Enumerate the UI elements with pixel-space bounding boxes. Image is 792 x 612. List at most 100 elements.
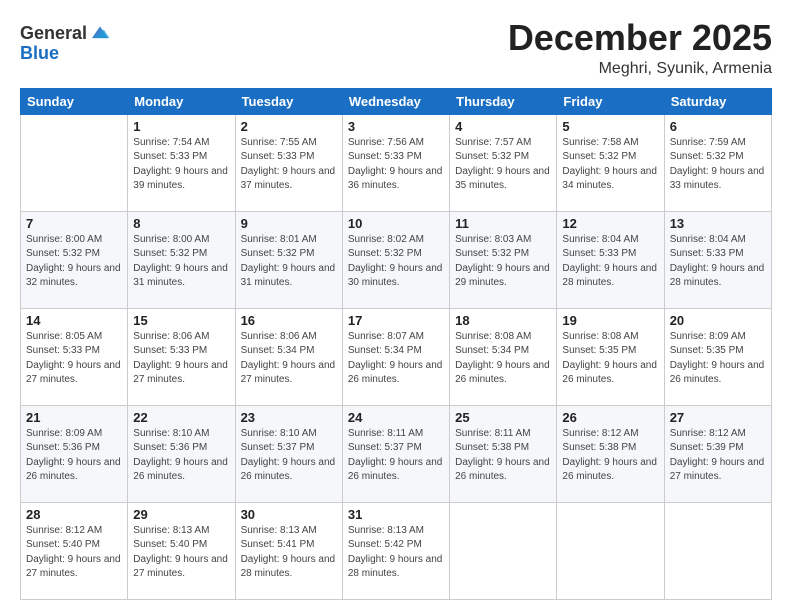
day-info: Sunrise: 8:13 AMSunset: 5:41 PMDaylight:…	[241, 524, 337, 582]
day-number: 4	[455, 119, 551, 134]
subtitle: Meghri, Syunik, Armenia	[508, 60, 772, 78]
calendar-day-cell: 8 Sunrise: 8:00 AMSunset: 5:32 PMDaylight…	[128, 211, 235, 308]
day-number: 12	[562, 216, 658, 231]
calendar-body: 1 Sunrise: 7:54 AMSunset: 5:33 PMDaylight…	[21, 114, 772, 599]
day-info: Sunrise: 8:02 AMSunset: 5:32 PMDaylight:…	[348, 233, 444, 291]
day-info: Sunrise: 8:00 AMSunset: 5:32 PMDaylight:…	[133, 233, 229, 291]
calendar-header-row: SundayMondayTuesdayWednesdayThursdayFrid…	[21, 88, 772, 114]
day-info: Sunrise: 8:13 AMSunset: 5:40 PMDaylight:…	[133, 524, 229, 582]
calendar-day-cell: 23 Sunrise: 8:10 AMSunset: 5:37 PMDayligh…	[235, 405, 342, 502]
calendar-day-cell: 1 Sunrise: 7:54 AMSunset: 5:33 PMDaylight…	[128, 114, 235, 211]
calendar-day-cell	[557, 502, 664, 599]
calendar-week-row: 28Sunrise: 8:12 AMSunset: 5:40 PMDayligh…	[21, 502, 772, 599]
day-number: 24	[348, 410, 444, 425]
calendar-week-row: 21Sunrise: 8:09 AMSunset: 5:36 PMDayligh…	[21, 405, 772, 502]
day-info: Sunrise: 8:10 AMSunset: 5:36 PMDaylight:…	[133, 427, 229, 485]
day-number: 5	[562, 119, 658, 134]
day-info: Sunrise: 8:10 AMSunset: 5:37 PMDaylight:…	[241, 427, 337, 485]
day-info: Sunrise: 8:11 AMSunset: 5:37 PMDaylight:…	[348, 427, 444, 485]
day-number: 17	[348, 313, 444, 328]
calendar-day-cell	[21, 114, 128, 211]
calendar-header-cell: Saturday	[664, 88, 771, 114]
day-info: Sunrise: 7:59 AMSunset: 5:32 PMDaylight:…	[670, 136, 766, 194]
day-number: 21	[26, 410, 122, 425]
day-number: 30	[241, 507, 337, 522]
calendar-day-cell: 10 Sunrise: 8:02 AMSunset: 5:32 PMDayligh…	[342, 211, 449, 308]
calendar-day-cell: 24 Sunrise: 8:11 AMSunset: 5:37 PMDayligh…	[342, 405, 449, 502]
day-number: 10	[348, 216, 444, 231]
calendar-day-cell: 2Sunrise: 7:55 AMSunset: 5:33 PMDaylight…	[235, 114, 342, 211]
calendar-day-cell: 16 Sunrise: 8:06 AMSunset: 5:34 PMDayligh…	[235, 308, 342, 405]
calendar-header-cell: Thursday	[450, 88, 557, 114]
calendar-day-cell: 9 Sunrise: 8:01 AMSunset: 5:32 PMDaylight…	[235, 211, 342, 308]
calendar-week-row: 1 Sunrise: 7:54 AMSunset: 5:33 PMDaylight…	[21, 114, 772, 211]
day-number: 6	[670, 119, 766, 134]
day-info: Sunrise: 7:56 AMSunset: 5:33 PMDaylight:…	[348, 136, 444, 194]
day-info: Sunrise: 8:00 AMSunset: 5:32 PMDaylight:…	[26, 233, 122, 291]
calendar-day-cell: 25 Sunrise: 8:11 AMSunset: 5:38 PMDayligh…	[450, 405, 557, 502]
calendar-day-cell: 7 Sunrise: 8:00 AMSunset: 5:32 PMDaylight…	[21, 211, 128, 308]
calendar-day-cell: 13 Sunrise: 8:04 AMSunset: 5:33 PMDayligh…	[664, 211, 771, 308]
day-info: Sunrise: 8:04 AMSunset: 5:33 PMDaylight:…	[562, 233, 658, 291]
calendar-header-cell: Sunday	[21, 88, 128, 114]
logo-general: General	[20, 24, 87, 42]
day-number: 8	[133, 216, 229, 231]
day-number: 26	[562, 410, 658, 425]
day-info: Sunrise: 8:04 AMSunset: 5:33 PMDaylight:…	[670, 233, 766, 291]
header: General Blue December 2025 Meghri, Syuni…	[20, 18, 772, 78]
page: General Blue December 2025 Meghri, Syuni…	[0, 0, 792, 612]
day-number: 25	[455, 410, 551, 425]
day-number: 16	[241, 313, 337, 328]
day-info: Sunrise: 8:01 AMSunset: 5:32 PMDaylight:…	[241, 233, 337, 291]
calendar-day-cell: 3Sunrise: 7:56 AMSunset: 5:33 PMDaylight…	[342, 114, 449, 211]
day-info: Sunrise: 7:54 AMSunset: 5:33 PMDaylight:…	[133, 136, 229, 194]
day-number: 1	[133, 119, 229, 134]
calendar-week-row: 14Sunrise: 8:05 AMSunset: 5:33 PMDayligh…	[21, 308, 772, 405]
day-number: 9	[241, 216, 337, 231]
calendar-day-cell: 6 Sunrise: 7:59 AMSunset: 5:32 PMDaylight…	[664, 114, 771, 211]
calendar-day-cell	[664, 502, 771, 599]
day-info: Sunrise: 8:09 AMSunset: 5:35 PMDaylight:…	[670, 330, 766, 388]
day-number: 22	[133, 410, 229, 425]
day-info: Sunrise: 8:07 AMSunset: 5:34 PMDaylight:…	[348, 330, 444, 388]
day-info: Sunrise: 8:03 AMSunset: 5:32 PMDaylight:…	[455, 233, 551, 291]
calendar-header-cell: Monday	[128, 88, 235, 114]
calendar-day-cell: 4 Sunrise: 7:57 AMSunset: 5:32 PMDaylight…	[450, 114, 557, 211]
day-number: 23	[241, 410, 337, 425]
day-number: 20	[670, 313, 766, 328]
day-number: 15	[133, 313, 229, 328]
day-info: Sunrise: 8:08 AMSunset: 5:34 PMDaylight:…	[455, 330, 551, 388]
calendar-header-cell: Wednesday	[342, 88, 449, 114]
day-number: 11	[455, 216, 551, 231]
day-info: Sunrise: 8:12 AMSunset: 5:39 PMDaylight:…	[670, 427, 766, 485]
calendar-day-cell	[450, 502, 557, 599]
day-number: 13	[670, 216, 766, 231]
day-info: Sunrise: 8:06 AMSunset: 5:33 PMDaylight:…	[133, 330, 229, 388]
calendar-day-cell: 28Sunrise: 8:12 AMSunset: 5:40 PMDayligh…	[21, 502, 128, 599]
day-number: 19	[562, 313, 658, 328]
day-info: Sunrise: 7:55 AMSunset: 5:33 PMDaylight:…	[241, 136, 337, 194]
calendar-week-row: 7 Sunrise: 8:00 AMSunset: 5:32 PMDaylight…	[21, 211, 772, 308]
calendar-day-cell: 17 Sunrise: 8:07 AMSunset: 5:34 PMDayligh…	[342, 308, 449, 405]
calendar-day-cell: 27 Sunrise: 8:12 AMSunset: 5:39 PMDayligh…	[664, 405, 771, 502]
day-number: 27	[670, 410, 766, 425]
day-info: Sunrise: 7:57 AMSunset: 5:32 PMDaylight:…	[455, 136, 551, 194]
calendar-day-cell: 21Sunrise: 8:09 AMSunset: 5:36 PMDayligh…	[21, 405, 128, 502]
day-number: 7	[26, 216, 122, 231]
calendar-day-cell: 14Sunrise: 8:05 AMSunset: 5:33 PMDayligh…	[21, 308, 128, 405]
day-number: 18	[455, 313, 551, 328]
title-block: December 2025 Meghri, Syunik, Armenia	[508, 18, 772, 78]
calendar-day-cell: 31 Sunrise: 8:13 AMSunset: 5:42 PMDayligh…	[342, 502, 449, 599]
day-number: 29	[133, 507, 229, 522]
day-info: Sunrise: 8:13 AMSunset: 5:42 PMDaylight:…	[348, 524, 444, 582]
day-info: Sunrise: 8:06 AMSunset: 5:34 PMDaylight:…	[241, 330, 337, 388]
day-info: Sunrise: 8:11 AMSunset: 5:38 PMDaylight:…	[455, 427, 551, 485]
calendar-day-cell: 12 Sunrise: 8:04 AMSunset: 5:33 PMDayligh…	[557, 211, 664, 308]
day-info: Sunrise: 8:05 AMSunset: 5:33 PMDaylight:…	[26, 330, 122, 388]
calendar-day-cell: 30 Sunrise: 8:13 AMSunset: 5:41 PMDayligh…	[235, 502, 342, 599]
day-info: Sunrise: 8:12 AMSunset: 5:38 PMDaylight:…	[562, 427, 658, 485]
calendar-header-cell: Friday	[557, 88, 664, 114]
calendar-day-cell: 20 Sunrise: 8:09 AMSunset: 5:35 PMDayligh…	[664, 308, 771, 405]
main-title: December 2025	[508, 18, 772, 58]
day-number: 31	[348, 507, 444, 522]
